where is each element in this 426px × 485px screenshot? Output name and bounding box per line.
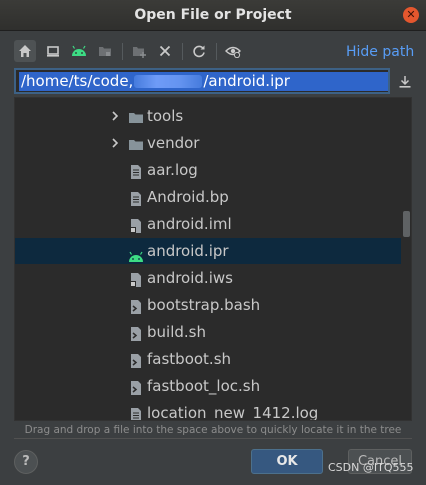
folder-icon xyxy=(128,108,144,124)
desktop-icon[interactable] xyxy=(42,40,64,62)
toolbar-separator xyxy=(182,43,183,60)
path-text: /home/ts/code, /android.ipr xyxy=(19,72,388,91)
download-icon[interactable] xyxy=(398,74,412,93)
tree-item-label: bootstrap.bash xyxy=(147,296,261,314)
close-icon[interactable]: ✕ xyxy=(403,7,419,23)
tree-item-label: Android.bp xyxy=(147,188,229,206)
show-hidden-icon[interactable] xyxy=(222,40,244,62)
module-file-icon xyxy=(128,216,144,233)
path-prefix: /home/ts/code, xyxy=(21,72,134,90)
title-bar: Open File or Project ✕ xyxy=(0,0,426,31)
tree-item-vendor[interactable]: vendor xyxy=(15,130,401,156)
chevron-right-icon[interactable] xyxy=(110,103,122,129)
tree-item-location-new-1412-log[interactable]: location_new_1412.log xyxy=(15,400,401,421)
tree-item-label: android.iws xyxy=(147,269,233,287)
script-file-icon xyxy=(128,297,144,314)
tree-item-android-iws[interactable]: android.iws xyxy=(15,265,401,291)
tree-item-label: vendor xyxy=(147,134,200,152)
folder-icon xyxy=(128,135,144,151)
script-file-icon xyxy=(128,351,144,368)
android-icon[interactable] xyxy=(68,40,90,62)
home-icon[interactable] xyxy=(14,40,36,62)
tree-item-fastboot-sh[interactable]: fastboot.sh xyxy=(15,346,401,372)
tree-item-android-ipr[interactable]: android.ipr xyxy=(15,238,401,264)
tree-item-bootstrap-bash[interactable]: bootstrap.bash xyxy=(15,292,401,318)
tree-scrollbar-thumb[interactable] xyxy=(403,211,410,237)
tree-item-tools[interactable]: tools xyxy=(15,103,401,129)
script-file-icon xyxy=(128,378,144,395)
redacted-path-segment xyxy=(134,75,203,88)
drag-drop-hint: Drag and drop a file into the space abov… xyxy=(24,424,402,436)
tree-item-android-iml[interactable]: android.iml xyxy=(15,211,401,237)
tree-item-label: aar.log xyxy=(147,161,198,179)
project-folder-icon[interactable] xyxy=(94,40,116,62)
tree-item-label: fastboot_loc.sh xyxy=(147,377,261,395)
path-field[interactable]: /home/ts/code, /android.ipr xyxy=(14,68,390,94)
tree-item-label: fastboot.sh xyxy=(147,350,232,368)
delete-icon[interactable] xyxy=(154,40,176,62)
tree-item-label: android.ipr xyxy=(147,242,229,260)
text-file-icon xyxy=(128,405,144,420)
tree-item-build-sh[interactable]: build.sh xyxy=(15,319,401,345)
refresh-icon[interactable] xyxy=(188,40,210,62)
ok-button[interactable]: OK xyxy=(251,449,323,474)
file-tree[interactable]: tools vendor aar.log Android.bp android.iml a… xyxy=(14,97,412,421)
footer-divider xyxy=(14,438,412,439)
chevron-right-icon[interactable] xyxy=(110,130,122,156)
path-suffix: /android.ipr xyxy=(203,72,290,90)
help-button[interactable]: ? xyxy=(14,450,38,474)
watermark-text: CSDN @ITQ555 xyxy=(328,461,414,474)
tree-item-android-bp[interactable]: Android.bp xyxy=(15,184,401,210)
toolbar-separator xyxy=(122,43,123,60)
tree-item-label: location_new_1412.log xyxy=(147,404,319,421)
tree-item-label: tools xyxy=(147,107,184,125)
hide-path-link[interactable]: Hide path xyxy=(346,44,414,60)
text-file-icon xyxy=(128,189,144,206)
script-file-icon xyxy=(128,324,144,341)
module-file-icon xyxy=(128,270,144,287)
tree-item-aar-log[interactable]: aar.log xyxy=(15,157,401,183)
dialog-title: Open File or Project xyxy=(134,7,292,23)
tree-item-label: build.sh xyxy=(147,323,206,341)
text-file-icon xyxy=(128,162,144,179)
tree-item-label: android.iml xyxy=(147,215,232,233)
new-folder-icon[interactable] xyxy=(128,40,150,62)
toolbar-separator xyxy=(216,43,217,60)
android-icon xyxy=(128,245,144,262)
tree-item-fastboot-loc-sh[interactable]: fastboot_loc.sh xyxy=(15,373,401,399)
